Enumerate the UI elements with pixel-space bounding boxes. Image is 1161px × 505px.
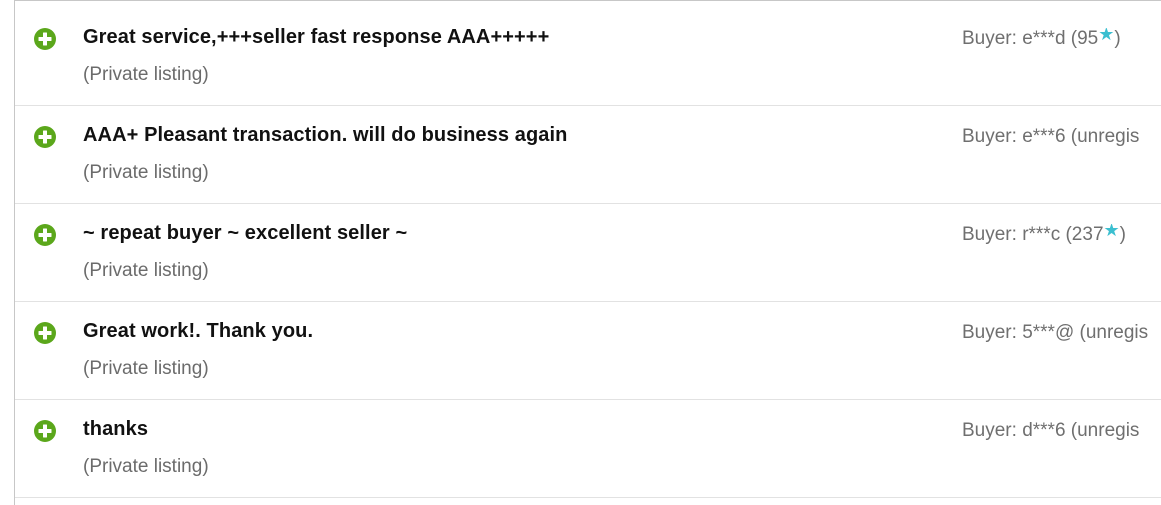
listing-label: (Private listing) [83, 162, 209, 183]
buyer-name: Buyer: 5***@ (unregis [962, 322, 1149, 343]
feedback-row: AAA+ Pleasant transaction. will do busin… [15, 106, 1161, 204]
feedback-comment: Great service,+++seller fast response AA… [83, 26, 550, 48]
buyer-suffix: ) [1114, 28, 1121, 49]
buyer-name: Buyer: e***6 (unregis [962, 126, 1140, 147]
listing-label: (Private listing) [83, 358, 209, 379]
plus-circle-icon [34, 28, 56, 50]
buyer-name: Buyer: r***c (237 [962, 224, 1104, 245]
star-icon: ★ [1103, 224, 1120, 240]
feedback-comment: AAA+ Pleasant transaction. will do busin… [83, 124, 568, 146]
feedback-panel: Great service,+++seller fast response AA… [14, 0, 1161, 505]
feedback-row: ~ repeat buyer ~ excellent seller ~ (Pri… [15, 204, 1161, 302]
feedback-row: Great work!. Thank you. (Private listing… [15, 302, 1161, 400]
plus-circle-icon [34, 126, 56, 148]
plus-circle-icon [34, 322, 56, 344]
feedback-row: Great service,+++seller fast response AA… [15, 8, 1161, 106]
feedback-list: Great service,+++seller fast response AA… [15, 8, 1161, 498]
feedback-comment: Great work!. Thank you. [83, 320, 314, 342]
listing-label: (Private listing) [83, 260, 209, 281]
star-icon: ★ [1098, 28, 1115, 44]
plus-circle-icon [34, 224, 56, 246]
buyer-info: Buyer: r***c (237★) [962, 224, 1161, 246]
buyer-info: Buyer: d***6 (unregis [962, 420, 1161, 442]
listing-label: (Private listing) [83, 456, 209, 477]
buyer-info: Buyer: e***6 (unregis [962, 126, 1161, 148]
plus-circle-icon [34, 420, 56, 442]
buyer-name: Buyer: d***6 (unregis [962, 420, 1140, 441]
buyer-info: Buyer: e***d (95★) [962, 28, 1161, 50]
buyer-name: Buyer: e***d (95 [962, 28, 1099, 49]
listing-label: (Private listing) [83, 64, 209, 85]
buyer-info: Buyer: 5***@ (unregis [962, 322, 1161, 344]
feedback-comment: ~ repeat buyer ~ excellent seller ~ [83, 222, 408, 244]
feedback-comment: thanks [83, 418, 149, 440]
feedback-row: thanks (Private listing) Buyer: d***6 (u… [15, 400, 1161, 498]
buyer-suffix: ) [1119, 224, 1126, 245]
